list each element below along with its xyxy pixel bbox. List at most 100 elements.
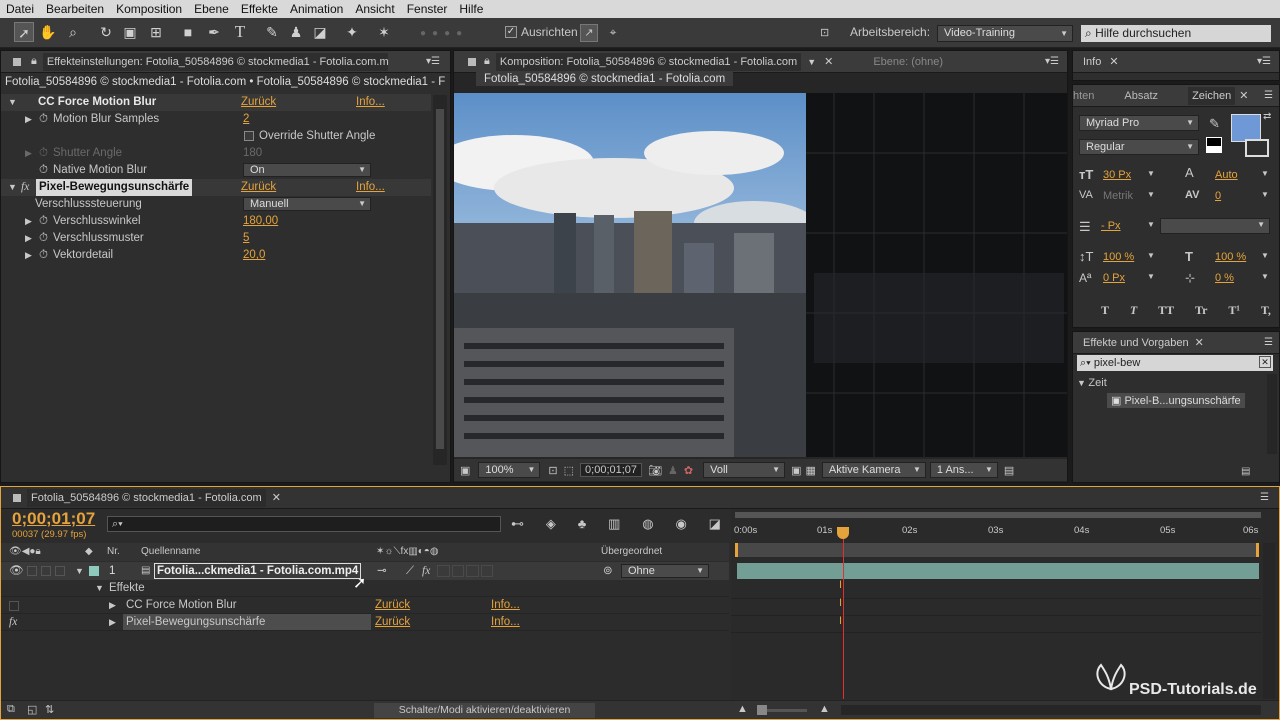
chevron-down-icon[interactable]: ▼ [1147,220,1155,229]
layer-name[interactable]: Fotolia...ckmedia1 - Fotolia.com.mp4 [154,563,362,579]
expand-icon[interactable]: ▼ [8,179,17,196]
menu-fenster[interactable]: Fenster [401,2,454,16]
expand-icon[interactable]: ▶ [109,597,116,614]
fill-color-swatch[interactable] [1231,114,1261,142]
expand-icon[interactable]: ▼ [1077,378,1088,388]
chevron-down-icon[interactable]: ▼ [807,57,816,67]
leading-value[interactable]: Auto [1215,169,1238,181]
always-preview-icon[interactable]: ▣ [460,464,470,477]
pen-tool-icon[interactable]: ✒ [204,22,224,42]
stopwatch-icon[interactable]: ⏱︎ [39,230,48,247]
expand-icon[interactable]: ▼ [8,94,17,111]
faux-italic-button[interactable]: T [1130,303,1137,318]
tab-paragraph-partial[interactable]: hten [1073,90,1094,102]
expand-icon[interactable]: ▼ [95,580,104,597]
effect-preset-item[interactable]: ▣ Pixel-B...ungsunschärfe [1107,393,1245,408]
chevron-down-icon[interactable]: ▼ [1147,190,1155,199]
all-caps-button[interactable]: TT [1158,303,1174,318]
menu-bearbeiten[interactable]: Bearbeiten [40,2,110,16]
stopwatch-icon[interactable]: ⏱︎ [39,111,48,128]
param-value[interactable]: 180,00 [243,213,278,230]
effects-presets-tab[interactable]: Effekte und Vorgaben [1083,337,1189,349]
timeline-effect-name[interactable]: CC Force Motion Blur [126,597,237,614]
channel-icon[interactable]: ✿ [684,464,693,477]
eraser-tool-icon[interactable]: ◪ [310,22,330,42]
puppet-tool-icon[interactable]: ✶ [374,22,394,42]
menu-hilfe[interactable]: Hilfe [453,2,489,16]
effect-controls-tab[interactable]: Effekteinstellungen: Fotolia_50584896 © … [42,52,388,71]
white-swatch[interactable] [1206,147,1222,153]
playhead-handle[interactable] [837,527,849,539]
new-folder-icon[interactable]: ▤ [1241,466,1250,477]
solo-switch[interactable] [41,566,51,576]
panel-menu-icon[interactable]: ▾☰ [1045,56,1059,67]
baseline-shift-value[interactable]: 0 Px [1103,272,1125,284]
stroke-width-value[interactable]: - Px [1101,220,1121,232]
toggle-switches-modes-button[interactable]: Schalter/Modi aktivieren/deaktivieren [374,703,595,718]
time-ruler[interactable]: 0:00s 01s 02s 03s 04s 05s 06s [731,523,1261,541]
work-area-bar[interactable] [735,543,1259,557]
close-icon[interactable]: ✕ [1239,89,1248,102]
region-icon[interactable]: ▣ [791,464,801,477]
panel-menu-icon[interactable]: ☰ [1264,90,1273,101]
expand-icon[interactable]: ▼ [75,562,84,580]
scrollbar-thumb[interactable] [436,109,444,449]
selection-tool-icon[interactable]: ➚ [14,22,34,42]
small-caps-button[interactable]: Tr [1195,303,1207,318]
quality-switch-icon[interactable]: ⟋ [406,562,414,580]
black-swatch[interactable] [1206,137,1222,147]
expand-icon[interactable]: ▶ [25,247,32,264]
transfer-controls-icon[interactable]: ◱ [27,703,37,716]
lock-icon[interactable]: 🔒︎ [484,55,490,68]
effect-name-pixel-motion-blur[interactable]: Pixel-Bewegungsunschärfe [36,179,193,196]
panel-menu-icon[interactable]: ▾☰ [1257,56,1271,67]
rectangle-tool-icon[interactable]: ■ [178,22,198,42]
rotate-tool-icon[interactable]: ↻ [96,22,116,42]
tab-zeichen[interactable]: Zeichen [1188,86,1236,105]
zoom-out-icon[interactable]: ▲ [737,703,748,715]
chevron-down-icon[interactable]: ▼ [1147,169,1155,178]
effect-controls-scrollbar[interactable] [433,95,447,465]
comp-mini-flowchart-icon[interactable]: ⊷ [511,516,524,532]
layer-label-color[interactable] [89,566,99,576]
effect-reset-link[interactable]: Zurück [241,94,276,111]
draft-3d-icon[interactable]: ◈ [546,516,556,532]
time-navigator[interactable] [735,512,1261,518]
close-icon[interactable]: ✕ [824,55,833,68]
brainstorm-icon[interactable]: ◪ [709,516,721,532]
param-value[interactable]: 5 [243,230,249,247]
param-value[interactable]: 20,0 [243,247,265,264]
parent-select[interactable]: Ohne [621,564,709,578]
stroke-style-select[interactable] [1160,218,1270,234]
eye-icon[interactable]: 👁︎ [9,562,24,580]
in-out-icon[interactable]: ⇅ [45,703,54,716]
superscript-button[interactable]: T¹ [1228,303,1240,318]
close-icon[interactable]: ✕ [1195,336,1204,349]
graph-editor-icon[interactable]: ◉ [675,516,686,532]
timeline-info-link[interactable]: Info... [491,614,520,631]
menu-ebene[interactable]: Ebene [188,2,235,16]
chevron-down-icon[interactable]: ▼ [1147,272,1155,281]
layer-tab[interactable]: Ebene: (ohne) [873,56,943,68]
chevron-down-icon[interactable]: ▼ [1261,251,1269,260]
stopwatch-icon[interactable]: ⏱︎ [39,213,48,230]
pan-behind-tool-icon[interactable]: ⊞ [146,22,166,42]
zoom-in-icon[interactable]: ▲ [819,703,830,715]
audio-switch[interactable] [27,566,37,576]
show-snapshot-icon[interactable]: ♟ [668,464,678,477]
menu-ansicht[interactable]: Ansicht [349,2,400,16]
current-time-indicator[interactable] [843,529,844,699]
shutter-control-select[interactable]: Manuell [243,197,371,211]
layer-duration-bar[interactable] [737,563,1259,579]
font-family-select[interactable]: Myriad Pro [1079,115,1199,131]
pickwhip-icon[interactable]: ⊚ [603,562,613,580]
hand-tool-icon[interactable]: ✋ [38,22,58,42]
composition-viewer[interactable] [454,93,1067,457]
shy-layers-icon[interactable]: ♣ [578,516,587,532]
workspace-select[interactable]: Video-Training [937,25,1073,42]
layer-switches-toggle-icon[interactable]: ⧉ [7,703,15,716]
effects-search-input[interactable]: ⌕▾ pixel-bew ✕ [1077,355,1273,371]
faux-bold-button[interactable]: T [1101,303,1109,318]
stopwatch-icon[interactable]: ⏱︎ [39,247,48,264]
zoom-select[interactable]: 100% [478,462,541,478]
